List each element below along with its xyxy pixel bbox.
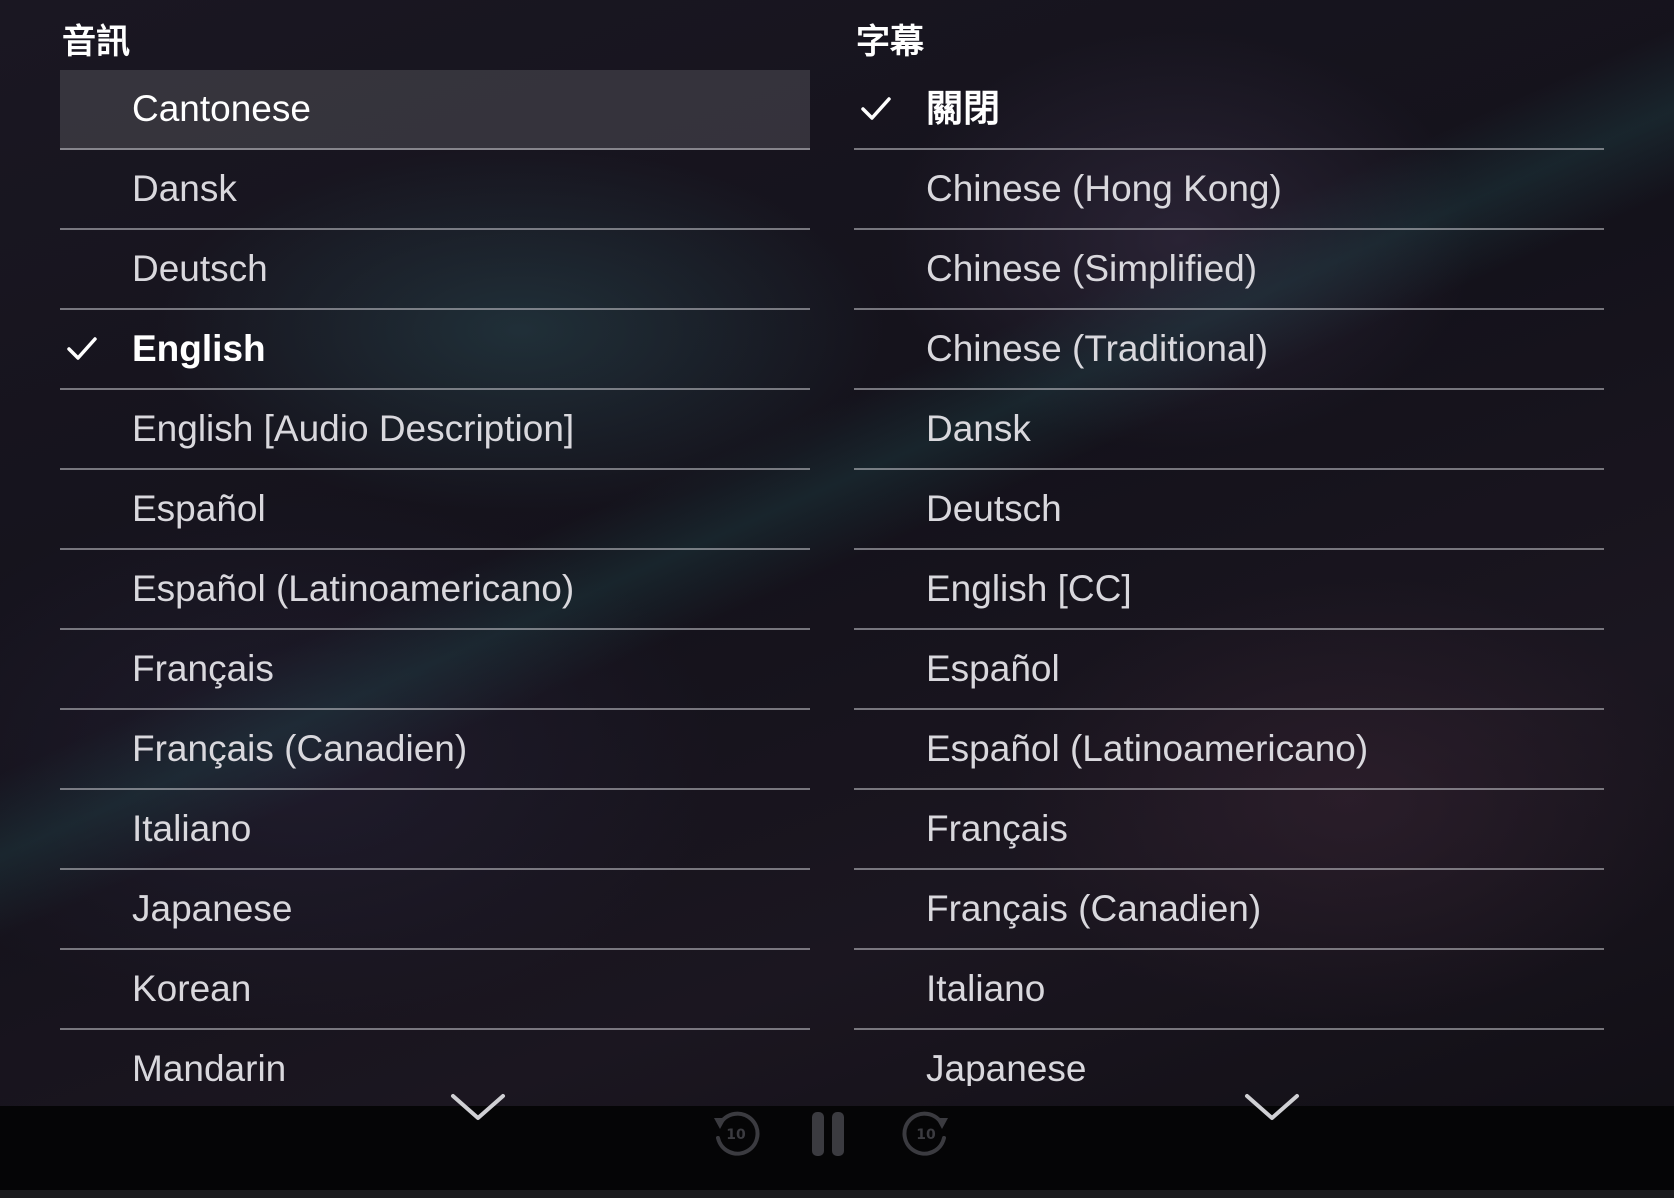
subtitle-option[interactable]: Chinese (Simplified) — [854, 230, 1604, 310]
audio-option-label: Español (Latinoamericano) — [132, 568, 575, 609]
checkmark-icon — [861, 97, 891, 120]
subtitle-option[interactable]: Español — [854, 630, 1604, 710]
subtitle-option-label: Chinese (Hong Kong) — [926, 168, 1282, 209]
pause-icon[interactable] — [804, 1108, 852, 1160]
audio-option-label: Korean — [132, 968, 252, 1009]
audio-option-label: Italiano — [132, 808, 252, 849]
subtitles-scroll-down-icon[interactable] — [1242, 1090, 1302, 1124]
subtitles-list: 關閉 Chinese (Hong Kong) Chinese (Simplified… — [854, 70, 1604, 1086]
subtitles-title: 字幕 — [856, 22, 924, 62]
audio-option[interactable]: Français (Canadien) — [60, 710, 810, 790]
checkmark-icon — [67, 337, 97, 360]
subtitle-option[interactable]: Español (Latinoamericano) — [854, 710, 1604, 790]
subtitle-option-label: Deutsch — [926, 488, 1062, 529]
subtitle-option-label: 關閉 — [926, 88, 1000, 129]
audio-option-label: Mandarin — [132, 1048, 287, 1086]
audio-list: Cantonese Dansk Deutsch English English [Aud… — [60, 70, 810, 1086]
audio-option[interactable]: Italiano — [60, 790, 810, 870]
rewind-10-icon[interactable]: 10 — [708, 1104, 764, 1160]
subtitle-option[interactable]: Deutsch — [854, 470, 1604, 550]
audio-title: 音訊 — [62, 22, 130, 62]
forward-10-icon[interactable]: 10 — [898, 1104, 954, 1160]
audio-option-label: Japanese — [132, 888, 293, 929]
player-background: 音訊 Cantonese Dansk Deutsch English English [… — [0, 0, 1674, 1198]
rewind-seconds-label: 10 — [726, 1127, 746, 1143]
subtitle-option-label: Chinese (Simplified) — [926, 248, 1258, 289]
forward-seconds-label: 10 — [916, 1127, 936, 1143]
audio-option-label: Cantonese — [132, 88, 311, 129]
subtitle-option-label: Español (Latinoamericano) — [926, 728, 1369, 769]
subtitle-option[interactable]: Italiano — [854, 950, 1604, 1030]
audio-option[interactable]: Dansk — [60, 150, 810, 230]
audio-option[interactable]: Français — [60, 630, 810, 710]
audio-option[interactable]: English [Audio Description] — [60, 390, 810, 470]
audio-option[interactable]: Korean — [60, 950, 810, 1030]
audio-option-label: Deutsch — [132, 248, 268, 289]
subtitle-option-label: Italiano — [926, 968, 1046, 1009]
subtitle-option[interactable]: Français (Canadien) — [854, 870, 1604, 950]
subtitle-option-label: Français — [926, 808, 1068, 849]
audio-option[interactable]: Japanese — [60, 870, 810, 950]
audio-option[interactable]: English — [60, 310, 810, 390]
audio-option[interactable]: Cantonese — [60, 70, 810, 150]
subtitle-option-label: Français (Canadien) — [926, 888, 1262, 929]
subtitle-option[interactable]: Chinese (Traditional) — [854, 310, 1604, 390]
subtitle-option[interactable]: Français — [854, 790, 1604, 870]
subtitles-panel: 字幕 關閉 Chinese (Hong Kong) Chinese (Simplif… — [854, 0, 1604, 1086]
audio-option-label: Dansk — [132, 168, 237, 209]
audio-scroll-down-icon[interactable] — [448, 1090, 508, 1124]
audio-option[interactable]: Deutsch — [60, 230, 810, 310]
subtitle-option-label: Japanese — [926, 1048, 1087, 1086]
subtitle-option-label: Español — [926, 648, 1060, 689]
audio-option-label: Français — [132, 648, 274, 689]
audio-option-label: English — [132, 328, 266, 369]
audio-panel: 音訊 Cantonese Dansk Deutsch English English [… — [60, 0, 810, 1086]
subtitle-option[interactable]: English [CC] — [854, 550, 1604, 630]
audio-option-label: Français (Canadien) — [132, 728, 468, 769]
audio-option[interactable]: Mandarin — [60, 1030, 810, 1086]
audio-option-label: English [Audio Description] — [132, 408, 575, 449]
audio-option[interactable]: Español — [60, 470, 810, 550]
audio-option-label: Español — [132, 488, 266, 529]
bottom-strip — [0, 1190, 1674, 1198]
subtitle-option[interactable]: Japanese — [854, 1030, 1604, 1086]
subtitle-option-label: English [CC] — [926, 568, 1132, 609]
subtitle-option-label: Dansk — [926, 408, 1031, 449]
audio-option[interactable]: Español (Latinoamericano) — [60, 550, 810, 630]
subtitle-option[interactable]: 關閉 — [854, 70, 1604, 150]
subtitle-option[interactable]: Dansk — [854, 390, 1604, 470]
subtitle-option[interactable]: Chinese (Hong Kong) — [854, 150, 1604, 230]
subtitle-option-label: Chinese (Traditional) — [926, 328, 1269, 369]
